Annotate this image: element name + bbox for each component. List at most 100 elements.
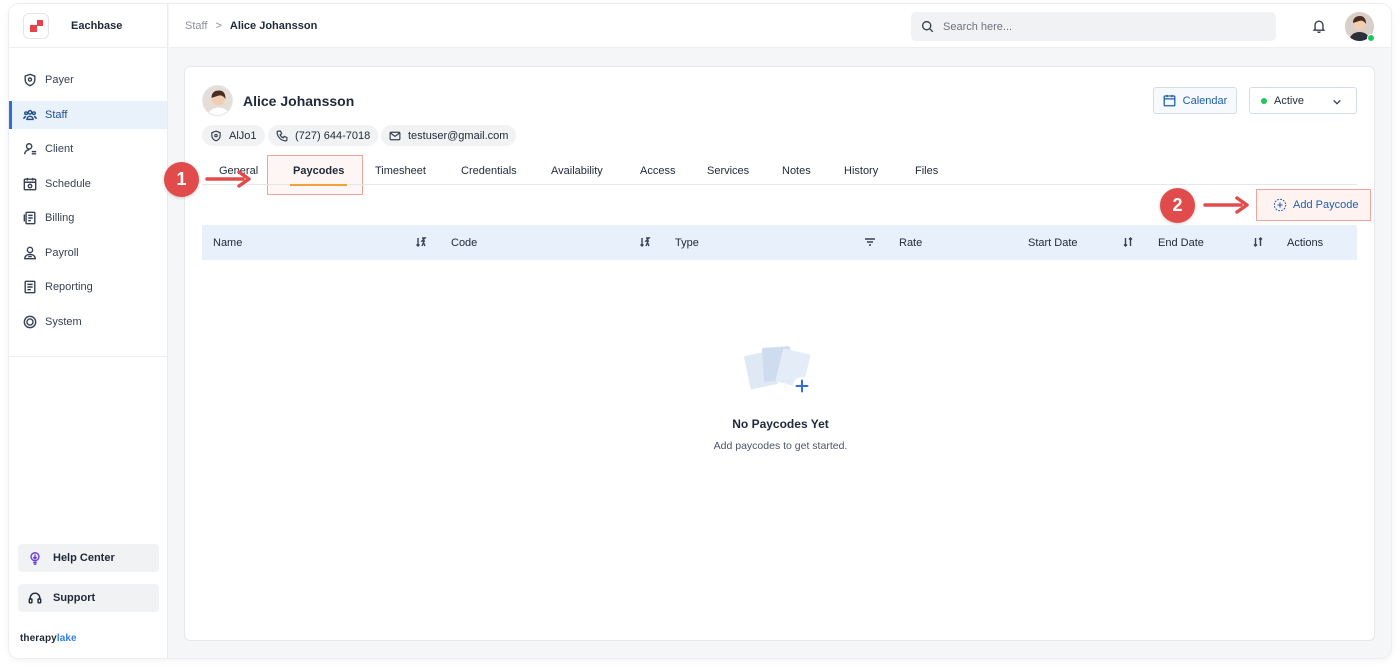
top-bar: Staff > Alice Johansson — [169, 4, 1391, 48]
arrow-right-icon — [1203, 196, 1249, 214]
brand-name: Eachbase — [71, 19, 123, 32]
profile-avatar — [202, 85, 233, 116]
breadcrumb: Staff > Alice Johansson — [185, 20, 317, 32]
filter-icon[interactable] — [864, 236, 876, 251]
sidebar-nav: Payer Staff Client Schedule Billing Payr… — [9, 48, 167, 357]
chevron-down-icon — [1333, 99, 1341, 105]
sidebar: Eachbase Payer Staff Client Schedule Bil… — [9, 4, 168, 658]
support-label: Support — [53, 592, 96, 604]
calendar-icon — [23, 177, 37, 190]
search-bar[interactable] — [911, 12, 1276, 41]
billing-icon — [23, 211, 36, 225]
column-name[interactable]: Name — [213, 237, 242, 249]
email-chip[interactable]: testuser@gmail.com — [381, 125, 517, 146]
sidebar-item-label: System — [45, 315, 82, 328]
person-icon — [24, 143, 37, 155]
column-code[interactable]: Code — [451, 237, 477, 249]
chevron-right-icon: > — [215, 20, 222, 32]
sort-az-icon[interactable] — [639, 236, 651, 251]
sort-icon[interactable] — [1252, 236, 1264, 251]
column-start-date[interactable]: Start Date — [1028, 237, 1078, 249]
headset-icon — [28, 592, 42, 604]
therapylake-logo: therapylake — [20, 633, 77, 644]
tab-timesheet[interactable]: Timesheet — [375, 165, 426, 177]
profile-tabs: General Paycodes Timesheet Credentials A… — [202, 158, 1357, 186]
bell-icon — [1312, 20, 1326, 34]
add-paycode-label: Add Paycode — [1293, 199, 1359, 211]
sidebar-item-label: Staff — [45, 108, 68, 121]
arrow-right-icon — [205, 170, 251, 188]
staff-id-chip: AlJo1 — [202, 125, 265, 146]
sidebar-item-schedule[interactable]: Schedule — [9, 170, 167, 198]
shield-icon — [211, 129, 221, 142]
empty-documents-icon — [744, 346, 811, 395]
sort-az-icon[interactable] — [415, 236, 427, 251]
paycodes-table-header: Name Code Type Rate Start Date End Date … — [202, 225, 1357, 260]
help-center-button[interactable]: Help Center — [18, 544, 159, 572]
search-icon — [921, 20, 934, 33]
sidebar-item-billing[interactable]: Billing — [9, 204, 167, 232]
online-status-dot — [1367, 34, 1375, 42]
status-value: Active — [1274, 94, 1304, 107]
search-input[interactable] — [943, 20, 1243, 33]
sidebar-item-label: Client — [45, 143, 74, 155]
mail-icon — [389, 131, 401, 140]
brand[interactable]: Eachbase — [9, 4, 167, 48]
calendar-icon — [1163, 94, 1176, 107]
sidebar-item-client[interactable]: Client — [9, 135, 167, 163]
calendar-label: Calendar — [1182, 94, 1228, 107]
payroll-icon — [24, 246, 36, 259]
system-icon — [23, 315, 37, 328]
step-marker-2: 2 — [1160, 188, 1195, 223]
add-paycode-button[interactable]: Add Paycode — [1273, 198, 1358, 212]
app-window: Eachbase Payer Staff Client Schedule Bil… — [9, 4, 1391, 658]
empty-state-title: No Paycodes Yet — [732, 417, 829, 431]
tab-notes[interactable]: Notes — [782, 165, 811, 177]
shield-icon — [24, 73, 36, 87]
help-center-label: Help Center — [53, 552, 115, 564]
support-button[interactable]: Support — [18, 584, 159, 612]
sidebar-item-label: Payroll — [45, 246, 79, 259]
phone-icon — [276, 130, 288, 141]
lightbulb-icon — [30, 552, 40, 565]
column-rate: Rate — [899, 237, 923, 249]
profile-avatar-image — [203, 86, 232, 115]
eachbase-logo — [23, 12, 49, 39]
phone-number: (727) 644-7018 — [295, 129, 371, 142]
staff-id: AlJo1 — [229, 129, 257, 142]
column-actions: Actions — [1287, 237, 1324, 249]
tab-paycodes[interactable]: Paycodes — [289, 165, 348, 186]
sidebar-item-label: Payer — [45, 74, 74, 86]
notifications-button[interactable] — [1312, 19, 1326, 38]
plus-circle-icon — [1273, 198, 1287, 212]
status-select[interactable]: Active — [1249, 87, 1357, 114]
tab-access[interactable]: Access — [640, 165, 675, 177]
column-end-date[interactable]: End Date — [1158, 237, 1204, 249]
phone-chip[interactable]: (727) 644-7018 — [268, 125, 379, 146]
step-marker-1: 1 — [164, 162, 199, 197]
calendar-button[interactable]: Calendar — [1153, 87, 1237, 114]
sidebar-item-label: Schedule — [45, 177, 91, 190]
sidebar-item-reporting[interactable]: Reporting — [9, 273, 167, 301]
column-type[interactable]: Type — [675, 237, 699, 249]
sidebar-item-system[interactable]: System — [9, 308, 167, 336]
breadcrumb-parent[interactable]: Staff — [185, 20, 207, 32]
staff-profile-card: Alice Johansson AlJo1 (727) 644-7018 tes… — [164, 66, 1375, 641]
tab-availability[interactable]: Availability — [551, 165, 603, 177]
empty-state-subtitle: Add paycodes to get started. — [713, 440, 848, 452]
sidebar-item-staff[interactable]: Staff — [9, 100, 167, 129]
report-icon — [24, 280, 36, 294]
sidebar-item-payer[interactable]: Payer — [9, 66, 167, 94]
sidebar-item-label: Billing — [45, 212, 75, 224]
breadcrumb-current: Alice Johansson — [229, 20, 318, 32]
tab-history[interactable]: History — [844, 165, 878, 177]
email-address: testuser@gmail.com — [408, 129, 509, 142]
tab-files[interactable]: Files — [915, 165, 938, 177]
tab-services[interactable]: Services — [707, 165, 749, 177]
people-icon — [23, 109, 37, 120]
sidebar-item-payroll[interactable]: Payroll — [9, 239, 167, 267]
active-status-dot — [1261, 97, 1267, 104]
sidebar-item-label: Reporting — [45, 281, 93, 293]
sort-icon[interactable] — [1122, 236, 1134, 251]
tab-credentials[interactable]: Credentials — [461, 165, 517, 177]
